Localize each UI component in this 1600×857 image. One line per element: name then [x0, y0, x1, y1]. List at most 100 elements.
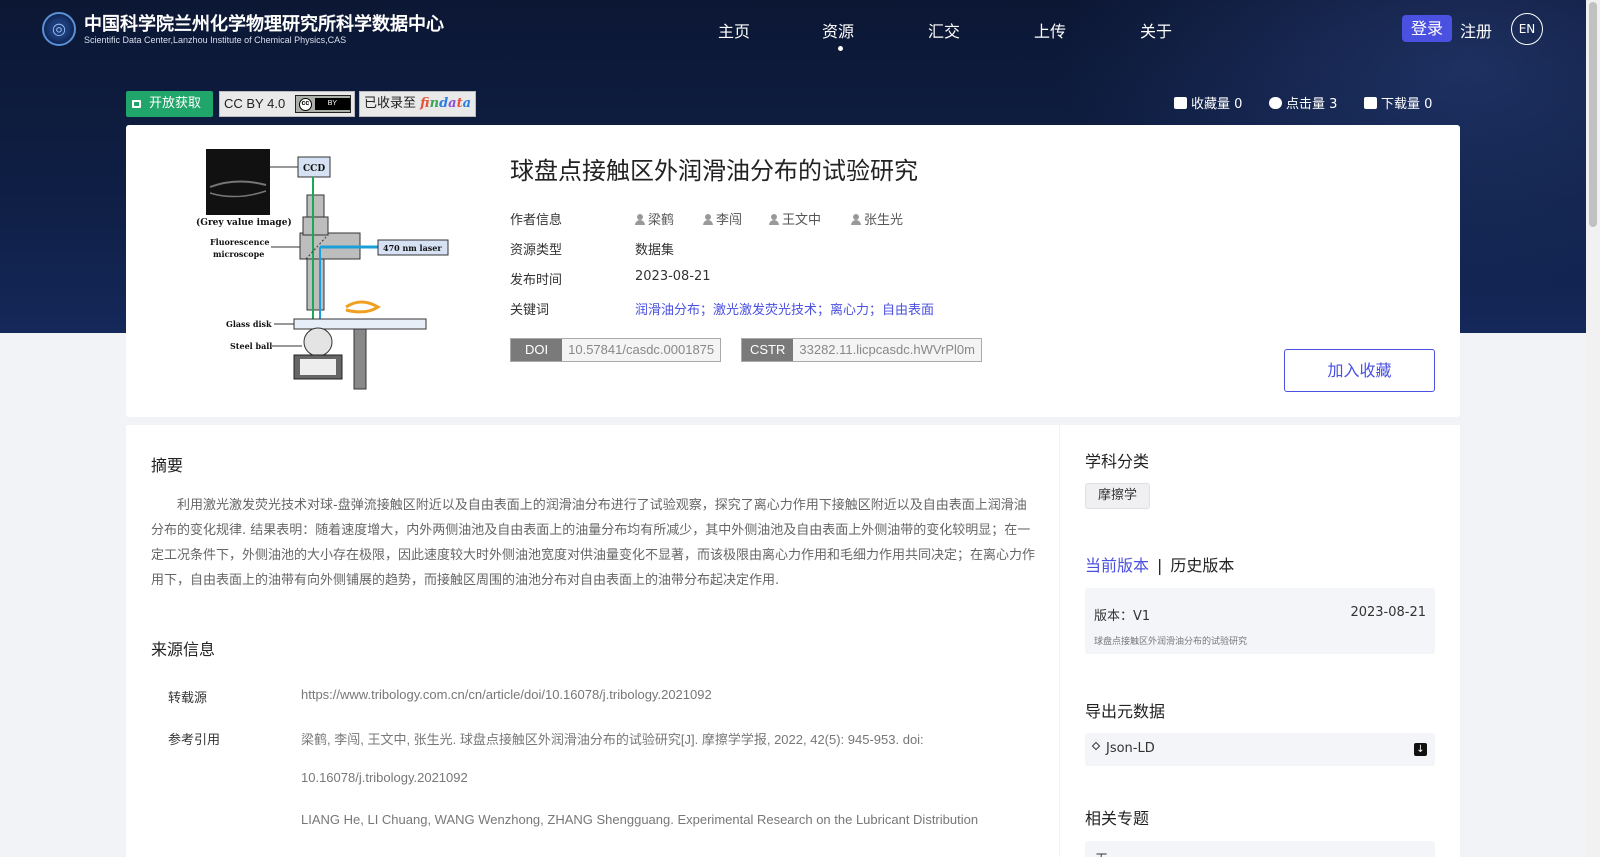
export-format-select[interactable]: Json-LD ↓ [1085, 733, 1435, 766]
date-label: 发布时间 [510, 273, 563, 288]
microscope-label: microscope [213, 249, 264, 259]
citation-en-line1: LIANG He, LI Chuang, WANG Wenzhong, ZHAN… [301, 812, 979, 827]
site-subtitle: Scientific Data Center,Lanzhou Institute… [84, 35, 347, 45]
abstract-heading: 摘要 [151, 456, 184, 475]
page-scrollbar[interactable] [1586, 0, 1600, 857]
author-name: 李闯 [716, 213, 743, 228]
cstr-badge[interactable]: CSTR 33282.11.licpcasdc.hWVrPl0m [741, 338, 982, 362]
unlock-icon [132, 100, 141, 108]
findata-logo: findata [420, 96, 472, 111]
version-label: 版本：V1 [1094, 609, 1151, 624]
citation-label: 参考引用 [168, 733, 221, 748]
scrollbar-thumb[interactable] [1589, 2, 1597, 227]
author-link[interactable]: 王文中 [769, 209, 821, 228]
author-link[interactable]: 梁鹤 [635, 209, 674, 228]
laser-label: 470 nm laser [383, 243, 442, 253]
reprint-url-link[interactable]: https://www.tribology.com.cn/cn/article/… [301, 687, 712, 702]
subject-tag[interactable]: 摩擦学 [1085, 483, 1151, 509]
stat-value: 0 [1234, 97, 1243, 112]
cc-by-icon: cc BY [295, 95, 351, 113]
person-icon [769, 214, 779, 225]
resource-summary-card: (Grey value image) CCD 470 nm laser Fluo… [126, 125, 1460, 417]
favorites-count: 收藏量 0 [1174, 93, 1242, 112]
citation-cn-line2: 10.16078/j.tribology.2021092 [301, 770, 468, 785]
author-name: 王文中 [782, 213, 822, 228]
grey-value-label: (Grey value image) [196, 217, 292, 228]
source-heading: 来源信息 [151, 640, 216, 659]
person-icon [703, 214, 713, 225]
active-nav-indicator [838, 46, 843, 51]
fluorescence-label: Fluorescence [210, 237, 269, 247]
experiment-diagram[interactable]: (Grey value image) CCD 470 nm laser Fluo… [166, 147, 466, 392]
author-name: 梁鹤 [648, 213, 675, 228]
cstr-label: CSTR [742, 339, 794, 361]
main-content-panel: 摘要 利用激光激发荧光技术对球-盘弹流接触区附近以及自由表面上的润滑油分布进行了… [126, 425, 1059, 857]
tab-separator: | [1157, 556, 1163, 575]
author-link[interactable]: 张生光 [851, 209, 903, 228]
version-title: 球盘点接触区外润滑油分布的试验研究 [1094, 637, 1248, 647]
nav-home[interactable]: 主页 [718, 18, 750, 42]
bookmark-icon [1174, 97, 1187, 109]
stat-label: 收藏量 [1191, 97, 1231, 112]
doi-badge[interactable]: DOI 10.57841/casdc.0001875 [510, 338, 722, 362]
open-access-label: 开放获取 [149, 96, 202, 111]
add-favorite-button[interactable]: 加入收藏 [1284, 349, 1435, 392]
language-toggle[interactable]: EN [1511, 13, 1543, 45]
version-card[interactable]: 版本：V1 2023-08-21 球盘点接触区外润滑油分布的试验研究 [1085, 588, 1435, 654]
stat-value: 0 [1424, 97, 1433, 112]
glass-disk-label: Glass disk [226, 319, 272, 329]
stat-label: 下载量 [1381, 97, 1421, 112]
top-navigation: ◎ 中国科学院兰州化学物理研究所科学数据中心 Scientific Data C… [0, 0, 1586, 60]
related-value: 无 [1095, 849, 1108, 857]
eye-icon [1269, 97, 1282, 109]
reprint-label: 转载源 [168, 691, 208, 706]
nav-upload[interactable]: 上传 [1034, 18, 1066, 42]
publish-date: 2023-08-21 [635, 269, 711, 284]
open-access-badge[interactable]: 开放获取 [126, 91, 213, 117]
person-icon [851, 214, 861, 225]
keywords-links[interactable]: 润滑油分布；激光激发荧光技术；离心力；自由表面 [635, 299, 934, 318]
steel-ball-label: Steel ball [230, 341, 272, 351]
subject-heading: 学科分类 [1085, 452, 1150, 471]
export-heading: 导出元数据 [1085, 702, 1166, 721]
license-badge[interactable]: CC BY 4.0 cc BY [219, 91, 355, 117]
register-link[interactable]: 注册 [1460, 18, 1492, 42]
stat-value: 3 [1329, 97, 1338, 112]
abstract-text: 利用激光激发荧光技术对球-盘弹流接触区附近以及自由表面上的润滑油分布进行了试验观… [151, 498, 1036, 588]
login-button[interactable]: 登录 [1402, 15, 1452, 42]
diamond-icon [1091, 741, 1101, 751]
doi-value: 10.57841/casdc.0001875 [562, 339, 721, 361]
institute-logo-icon[interactable]: ◎ [42, 12, 76, 46]
site-title[interactable]: 中国科学院兰州化学物理研究所科学数据中心 [84, 10, 444, 36]
findata-badge[interactable]: 已收录至 findata [359, 91, 476, 117]
person-icon [635, 214, 645, 225]
downloads-count: 下载量 0 [1364, 93, 1432, 112]
resource-type: 数据集 [635, 243, 675, 258]
tab-history-version[interactable]: 历史版本 [1170, 556, 1234, 575]
keywords-label: 关键词 [510, 303, 550, 318]
ccd-label: CCD [303, 164, 325, 174]
cstr-value: 33282.11.licpcasdc.hWVrPl0m [793, 339, 981, 361]
related-topics-box: 无 [1085, 841, 1435, 857]
related-heading: 相关专题 [1085, 809, 1150, 828]
download-icon [1364, 97, 1377, 109]
nav-about[interactable]: 关于 [1140, 18, 1172, 42]
citation-cn-line1: 梁鹤, 李闯, 王文中, 张生光. 球盘点接触区外润滑油分布的试验研究[J]. … [301, 732, 924, 747]
download-icon[interactable]: ↓ [1414, 743, 1427, 756]
nav-resources[interactable]: 资源 [822, 18, 854, 42]
version-date: 2023-08-21 [1350, 605, 1426, 620]
authors-label: 作者信息 [510, 213, 563, 228]
version-tabs: 当前版本 | 历史版本 [1085, 552, 1234, 576]
author-name: 张生光 [864, 213, 904, 228]
resource-title: 球盘点接触区外润滑油分布的试验研究 [510, 157, 918, 185]
views-count: 点击量 3 [1269, 93, 1337, 112]
author-link[interactable]: 李闯 [703, 209, 742, 228]
stat-label: 点击量 [1286, 97, 1326, 112]
doi-label: DOI [511, 339, 563, 361]
tab-current-version[interactable]: 当前版本 [1085, 556, 1149, 575]
sidebar-panel: 学科分类 摩擦学 当前版本 | 历史版本 版本：V1 2023-08-21 球盘点接… [1060, 425, 1460, 857]
nav-submit[interactable]: 汇交 [928, 18, 960, 42]
indexed-label: 已收录至 [364, 96, 417, 111]
license-label: CC BY 4.0 [224, 96, 286, 111]
export-format-value: Json-LD [1106, 741, 1155, 756]
